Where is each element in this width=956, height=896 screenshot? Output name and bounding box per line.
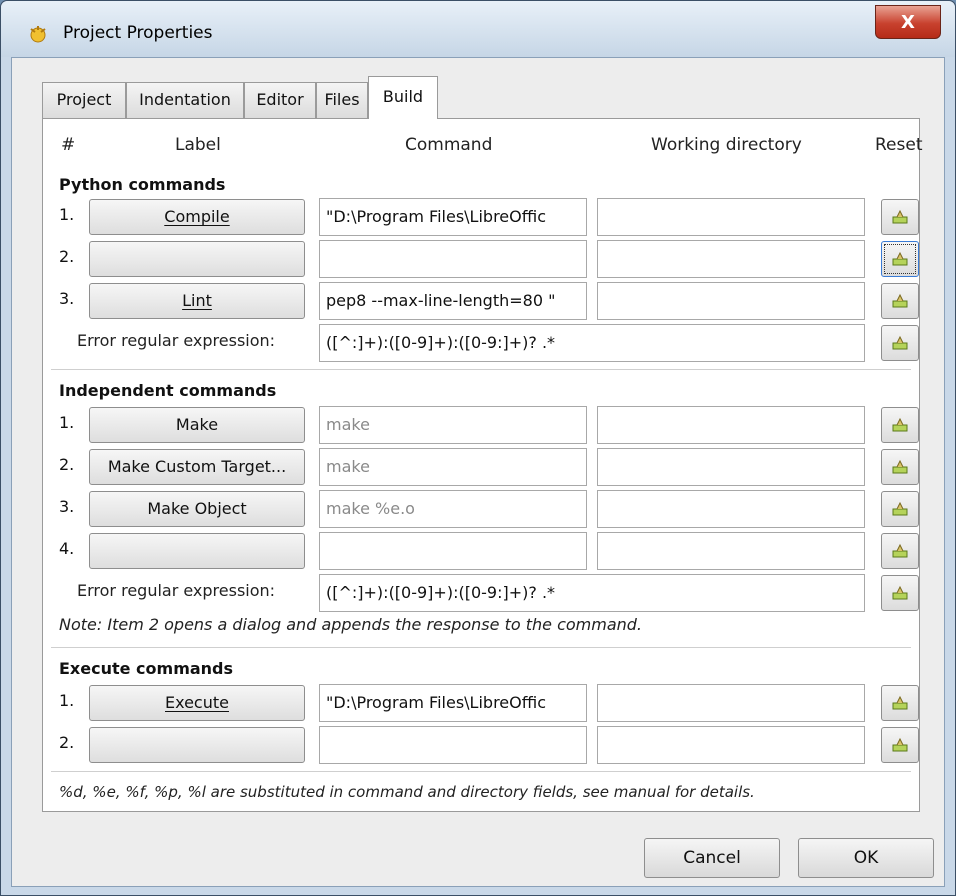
button-label: Execute <box>165 693 229 712</box>
empty-label-button[interactable] <box>89 727 305 763</box>
working-directory-field[interactable] <box>597 406 865 444</box>
button-label: Lint <box>182 291 212 310</box>
empty-label-button[interactable] <box>89 533 305 569</box>
clear-icon <box>892 501 908 516</box>
reset-button[interactable] <box>881 491 919 527</box>
section-heading-independent: Independent commands <box>59 381 277 400</box>
tab-editor[interactable]: Editor <box>244 82 316 118</box>
reset-button[interactable] <box>881 241 919 277</box>
reset-button[interactable] <box>881 533 919 569</box>
row-number: 2. <box>59 247 75 266</box>
row-number: 1. <box>59 413 75 432</box>
reset-button[interactable] <box>881 575 919 611</box>
reset-button[interactable] <box>881 449 919 485</box>
tab-project[interactable]: Project <box>42 82 126 118</box>
close-icon: X <box>901 11 915 33</box>
make-custom-target-label-button[interactable]: Make Custom Target... <box>89 449 305 485</box>
clear-icon <box>892 251 908 266</box>
reset-button[interactable] <box>881 283 919 319</box>
working-directory-field[interactable] <box>597 282 865 320</box>
reset-button[interactable] <box>881 325 919 361</box>
clear-icon <box>892 293 908 308</box>
ok-button[interactable]: OK <box>798 838 934 878</box>
make-object-label-button[interactable]: Make Object <box>89 491 305 527</box>
command-field[interactable]: "D:\Program Files\LibreOffic <box>319 684 587 722</box>
row-number: 1. <box>59 205 75 224</box>
close-button[interactable]: X <box>875 5 941 39</box>
separator <box>51 647 911 648</box>
clear-icon <box>892 585 908 600</box>
row-number: 2. <box>59 455 75 474</box>
project-properties-window: Project Properties X Project Indentation… <box>0 0 956 896</box>
lint-label-button[interactable]: Lint <box>89 283 305 319</box>
dialog-body: Project Indentation Editor Files Build #… <box>11 57 945 887</box>
separator <box>51 771 911 772</box>
tab-build[interactable]: Build <box>368 76 438 119</box>
error-regex-field[interactable]: ([^:]+):([0-9]+):([0-9:]+)? .* <box>319 574 865 612</box>
col-header-working-directory: Working directory <box>651 135 802 155</box>
command-field[interactable] <box>319 532 587 570</box>
compile-label-button[interactable]: Compile <box>89 199 305 235</box>
row-number: 1. <box>59 691 75 710</box>
tab-indentation[interactable]: Indentation <box>126 82 244 118</box>
execute-label-button[interactable]: Execute <box>89 685 305 721</box>
section-heading-python: Python commands <box>59 175 226 194</box>
tab-files[interactable]: Files <box>316 82 368 118</box>
col-header-label: Label <box>175 135 221 155</box>
build-panel: # Label Command Working directory Reset … <box>42 118 923 812</box>
command-field[interactable] <box>319 240 587 278</box>
geany-icon <box>30 26 46 43</box>
clear-icon <box>892 737 908 752</box>
working-directory-field[interactable] <box>597 684 865 722</box>
error-regex-label: Error regular expression: <box>77 331 276 350</box>
command-field[interactable]: pep8 --max-line-length=80 " <box>319 282 587 320</box>
make-label-button[interactable]: Make <box>89 407 305 443</box>
working-directory-field[interactable] <box>597 240 865 278</box>
row-number: 3. <box>59 497 75 516</box>
button-label: Make <box>175 415 219 434</box>
title-bar[interactable]: Project Properties X <box>1 1 955 57</box>
button-label: Compile <box>164 207 230 226</box>
independent-note: Note: Item 2 opens a dialog and appends … <box>59 615 643 634</box>
clear-icon <box>892 695 908 710</box>
reset-button[interactable] <box>881 199 919 235</box>
command-field[interactable]: make %e.o <box>319 490 587 528</box>
row-number: 2. <box>59 733 75 752</box>
reset-button[interactable] <box>881 685 919 721</box>
button-label: Make Custom Target... <box>107 457 287 476</box>
button-label: Make Object <box>147 499 247 518</box>
cancel-button[interactable]: Cancel <box>644 838 780 878</box>
error-regex-label: Error regular expression: <box>77 581 276 600</box>
command-field[interactable] <box>319 726 587 764</box>
clear-icon <box>892 417 908 432</box>
command-field[interactable]: make <box>319 406 587 444</box>
col-header-reset: Reset <box>875 135 923 155</box>
working-directory-field[interactable] <box>597 726 865 764</box>
working-directory-field[interactable] <box>597 532 865 570</box>
separator <box>51 369 911 370</box>
clear-icon <box>892 459 908 474</box>
clear-icon <box>892 543 908 558</box>
reset-button[interactable] <box>881 407 919 443</box>
substitution-note: %d, %e, %f, %p, %l are substituted in co… <box>59 783 755 801</box>
col-header-command: Command <box>405 135 493 155</box>
working-directory-field[interactable] <box>597 198 865 236</box>
working-directory-field[interactable] <box>597 490 865 528</box>
row-number: 3. <box>59 289 75 308</box>
col-header-num: # <box>61 135 76 155</box>
error-regex-field[interactable]: ([^:]+):([0-9]+):([0-9:]+)? .* <box>319 324 865 362</box>
command-field[interactable]: "D:\Program Files\LibreOffic <box>319 198 587 236</box>
window-title: Project Properties <box>63 23 213 43</box>
section-heading-execute: Execute commands <box>59 659 234 678</box>
clear-icon <box>892 209 908 224</box>
clear-icon <box>892 335 908 350</box>
empty-label-button[interactable] <box>89 241 305 277</box>
reset-button[interactable] <box>881 727 919 763</box>
working-directory-field[interactable] <box>597 448 865 486</box>
row-number: 4. <box>59 539 75 558</box>
command-field[interactable]: make <box>319 448 587 486</box>
